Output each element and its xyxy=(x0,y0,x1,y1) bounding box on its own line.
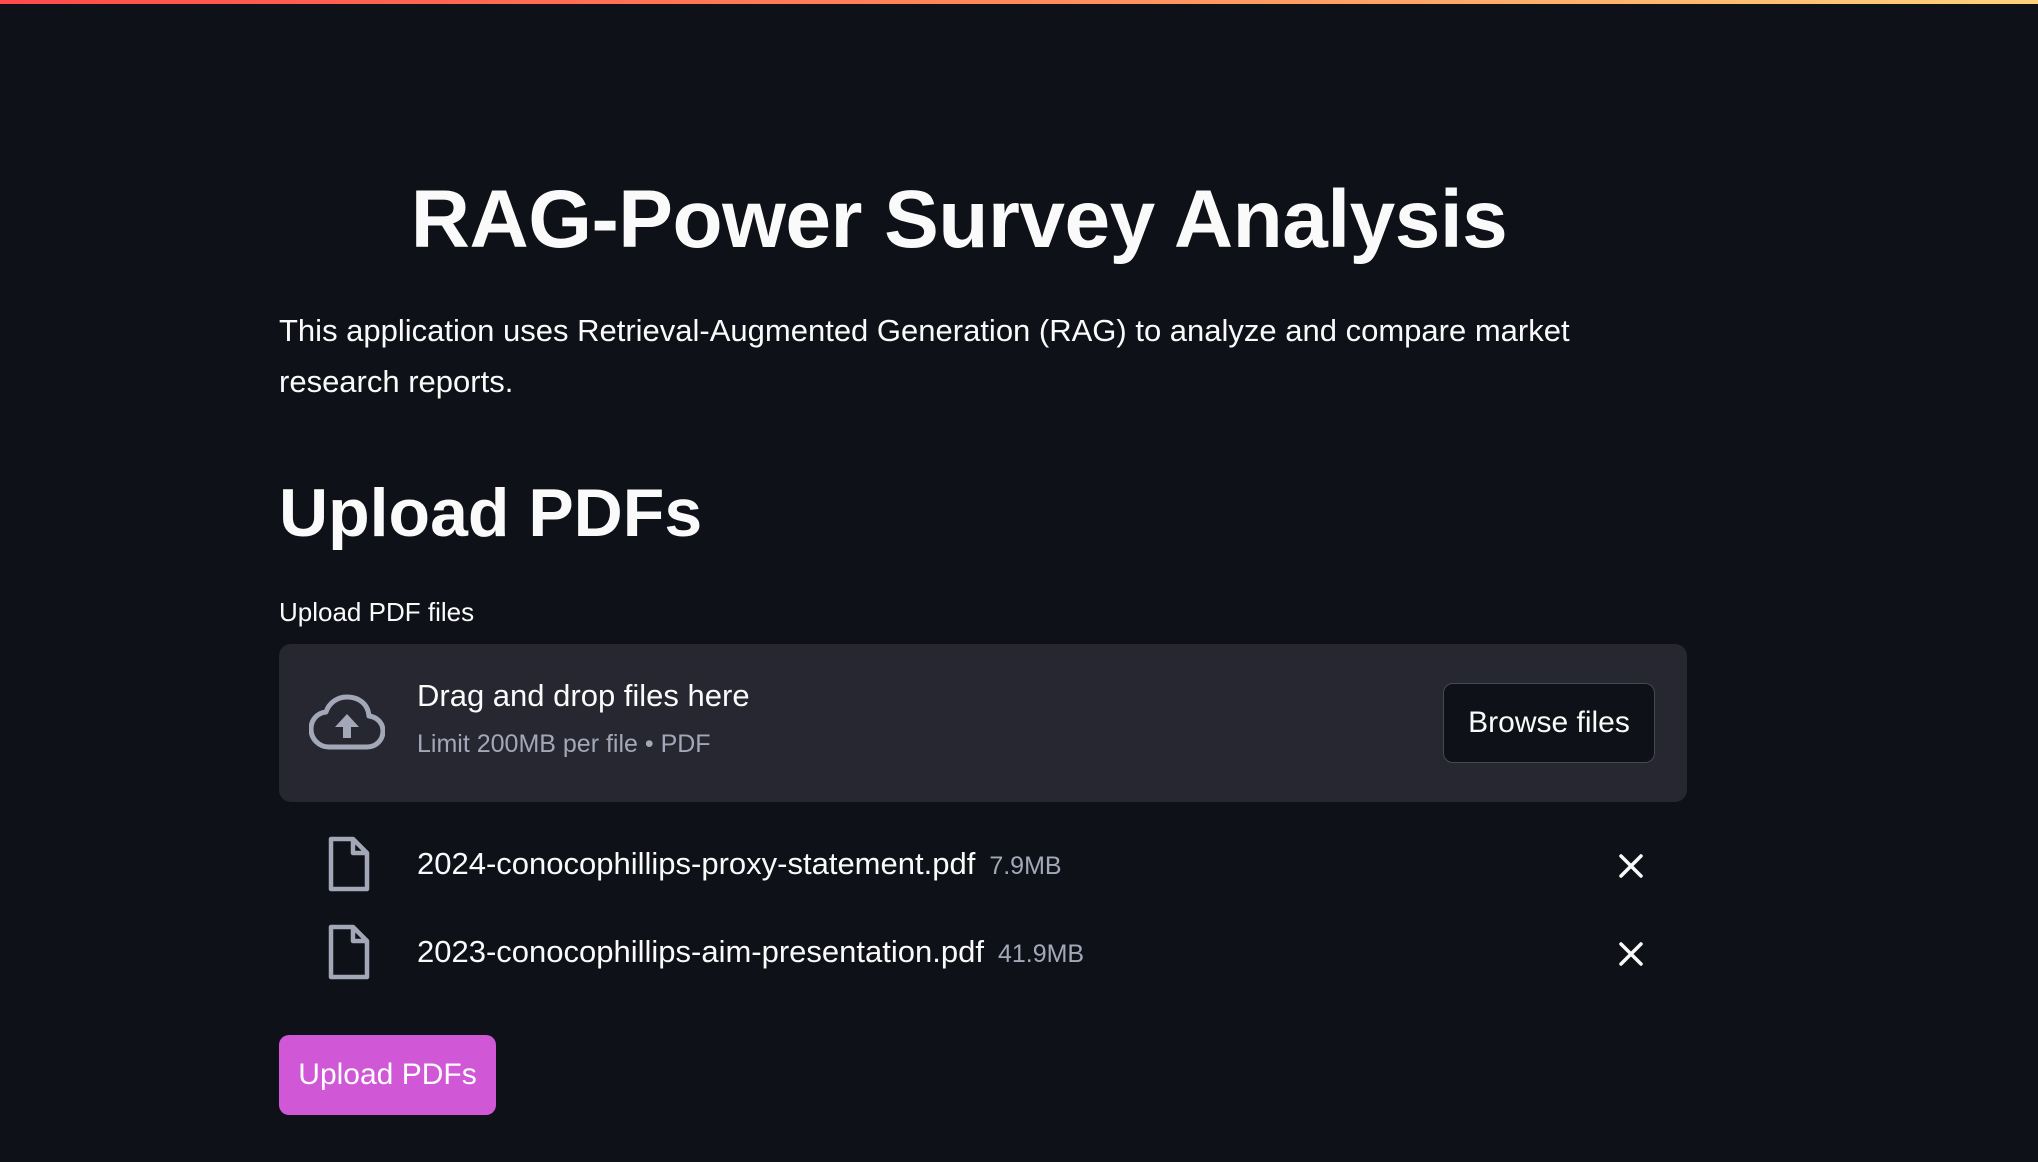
page-title: RAG-Power Survey Analysis xyxy=(410,174,1508,265)
dropzone-primary-text: Drag and drop files here xyxy=(417,678,750,713)
dropzone-limit-text: Limit 200MB per file • PDF xyxy=(417,730,711,758)
uploaded-file-size: 41.9MB xyxy=(997,940,1085,968)
uploaded-file-name: 2024-conocophillips-proxy-statement.pdf xyxy=(417,846,976,881)
uploaded-file-label: 2024-conocophillips-proxy-statement.pdf 7… xyxy=(417,844,1062,886)
uploaded-file-item: 2024-conocophillips-proxy-statement.pdf 7… xyxy=(279,830,1687,902)
uploaded-file-size: 7.9MB xyxy=(989,852,1062,880)
app-description: This application uses Retrieval-Augmente… xyxy=(279,313,1570,399)
upload-pdfs-button[interactable]: Upload PDFs xyxy=(279,1035,496,1115)
cloud-upload-icon xyxy=(309,694,385,750)
close-icon xyxy=(1619,942,1643,966)
close-icon xyxy=(1619,854,1643,878)
uploaded-file-label: 2023-conocophillips-aim-presentation.pdf… xyxy=(417,932,1084,974)
upload-section-heading: Upload PDFs xyxy=(279,475,703,551)
uploaded-file-item: 2023-conocophillips-aim-presentation.pdf… xyxy=(279,918,1687,990)
dropzone-instructions: Drag and drop files here Limit 200MB per… xyxy=(417,674,750,764)
uploaded-file-name: 2023-conocophillips-aim-presentation.pdf xyxy=(417,934,984,969)
header-decoration-bar xyxy=(0,0,2038,4)
file-icon xyxy=(328,836,370,892)
file-dropzone[interactable]: Drag and drop files here Limit 200MB per… xyxy=(279,644,1687,802)
file-uploader-label: Upload PDF files xyxy=(279,597,475,627)
file-icon xyxy=(328,924,370,980)
browse-files-button[interactable]: Browse files xyxy=(1443,683,1655,763)
remove-file-button[interactable] xyxy=(1609,844,1653,888)
remove-file-button[interactable] xyxy=(1609,932,1653,976)
